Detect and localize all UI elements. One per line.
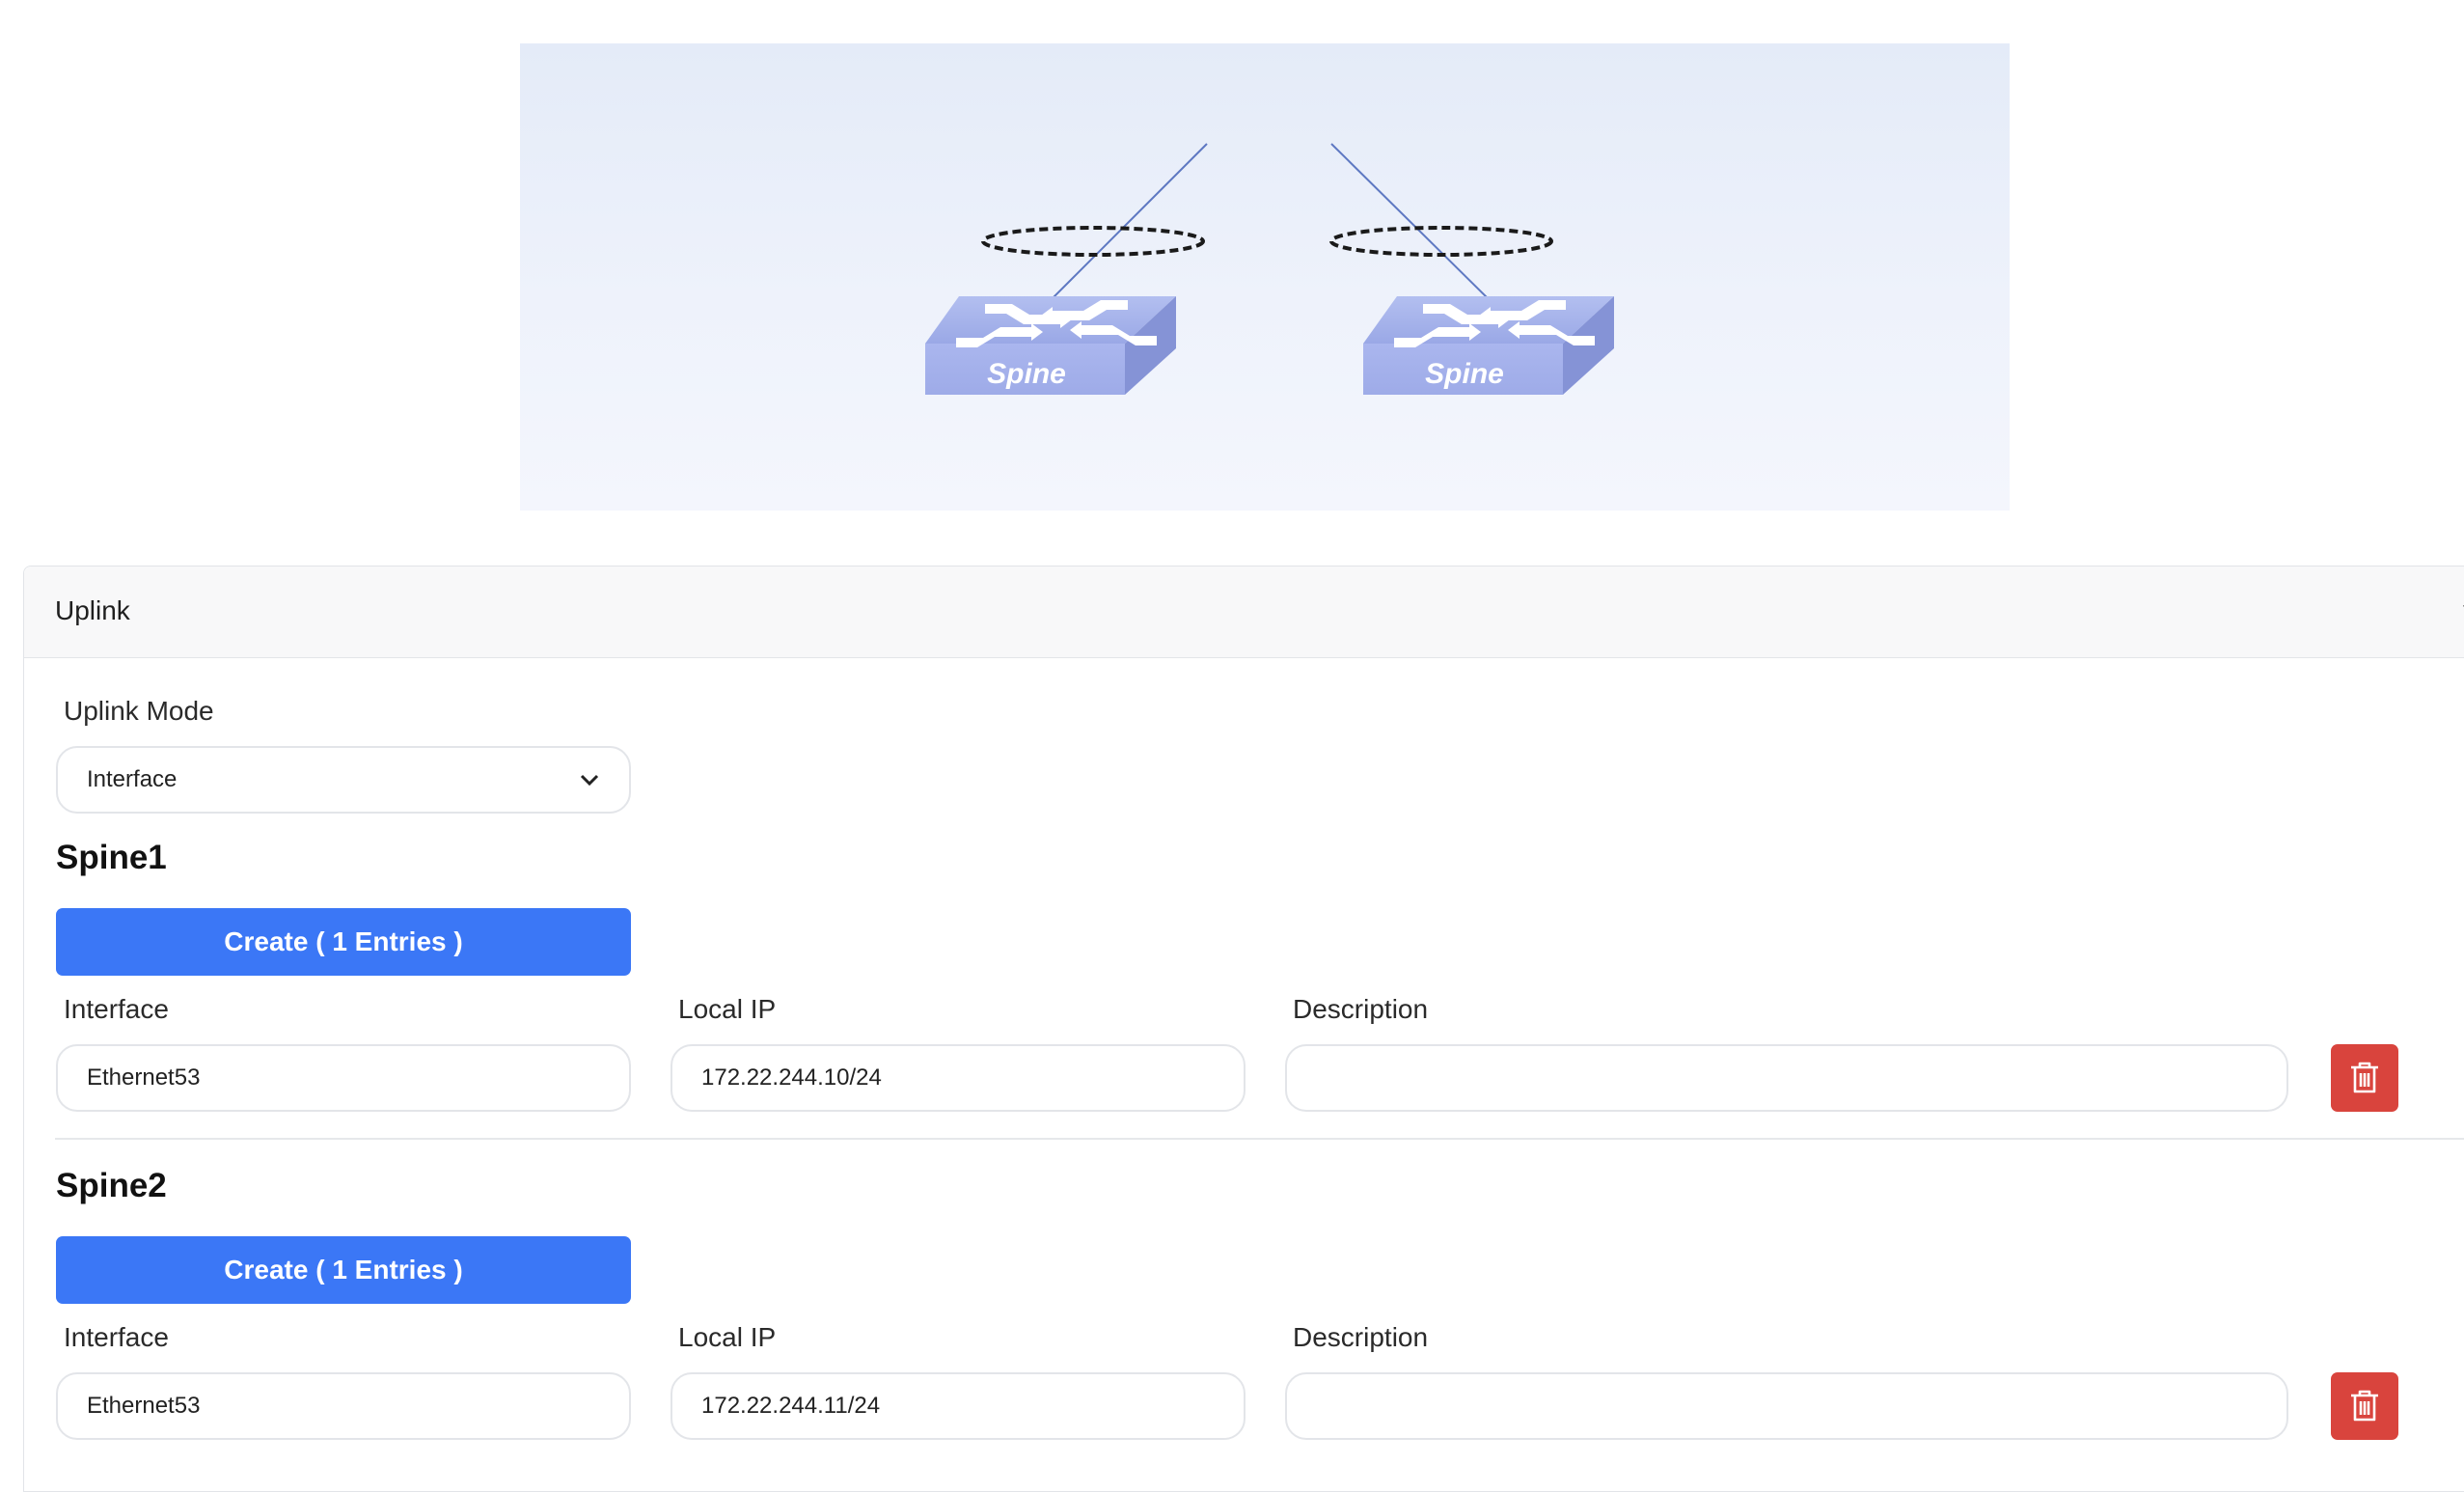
uplink-line-2 bbox=[1330, 143, 1491, 301]
divider bbox=[55, 1138, 2464, 1140]
spine2-local-ip-label: Local IP bbox=[678, 1322, 777, 1352]
switch-icon: Spine bbox=[1363, 296, 1614, 395]
lag-ellipse-1 bbox=[981, 226, 1205, 257]
topology-diagram: Spine Spine bbox=[520, 43, 2010, 511]
uplink-mode-value: Interface bbox=[87, 766, 178, 792]
uplink-panel: Uplink Uplink Mode Interface Spine1 Crea… bbox=[23, 566, 2464, 1492]
spine1-description-label: Description bbox=[1293, 994, 1429, 1024]
topology-svg: Spine Spine bbox=[925, 143, 1614, 395]
trash-icon bbox=[2351, 1062, 2378, 1093]
spine2-delete-button[interactable] bbox=[2331, 1372, 2398, 1440]
spine2-local-ip-input[interactable] bbox=[671, 1372, 1246, 1440]
spine2-description-input[interactable] bbox=[1285, 1372, 2288, 1440]
spine2-title: Spine2 bbox=[56, 1167, 167, 1204]
spine1-description-input[interactable] bbox=[1285, 1044, 2288, 1112]
spine2-description-label: Description bbox=[1293, 1322, 1429, 1352]
switch-label: Spine bbox=[987, 358, 1066, 390]
lag-ellipse-2 bbox=[1329, 226, 1553, 257]
spine1-local-ip-input[interactable] bbox=[671, 1044, 1246, 1112]
uplink-panel-header[interactable]: Uplink bbox=[24, 566, 2464, 658]
spine1-delete-button[interactable] bbox=[2331, 1044, 2398, 1112]
spine2-interface-label: Interface bbox=[64, 1322, 169, 1352]
uplink-panel-title: Uplink bbox=[55, 595, 130, 625]
uplink-mode-label: Uplink Mode bbox=[64, 696, 214, 726]
spine2-interface-input[interactable] bbox=[56, 1372, 631, 1440]
spine1-local-ip-label: Local IP bbox=[678, 994, 777, 1024]
spine1-title: Spine1 bbox=[56, 839, 167, 876]
trash-icon bbox=[2351, 1390, 2378, 1422]
uplink-mode-select[interactable]: Interface bbox=[56, 746, 631, 814]
chevron-down-icon bbox=[580, 774, 599, 787]
switch-label: Spine bbox=[1425, 358, 1504, 390]
spine2-create-button[interactable]: Create ( 1 Entries ) bbox=[56, 1236, 631, 1304]
spine1-create-button[interactable]: Create ( 1 Entries ) bbox=[56, 908, 631, 976]
uplink-line-1 bbox=[1050, 143, 1208, 301]
switch-icon: Spine bbox=[925, 296, 1176, 395]
spine1-interface-input[interactable] bbox=[56, 1044, 631, 1112]
spine1-interface-label: Interface bbox=[64, 994, 169, 1024]
